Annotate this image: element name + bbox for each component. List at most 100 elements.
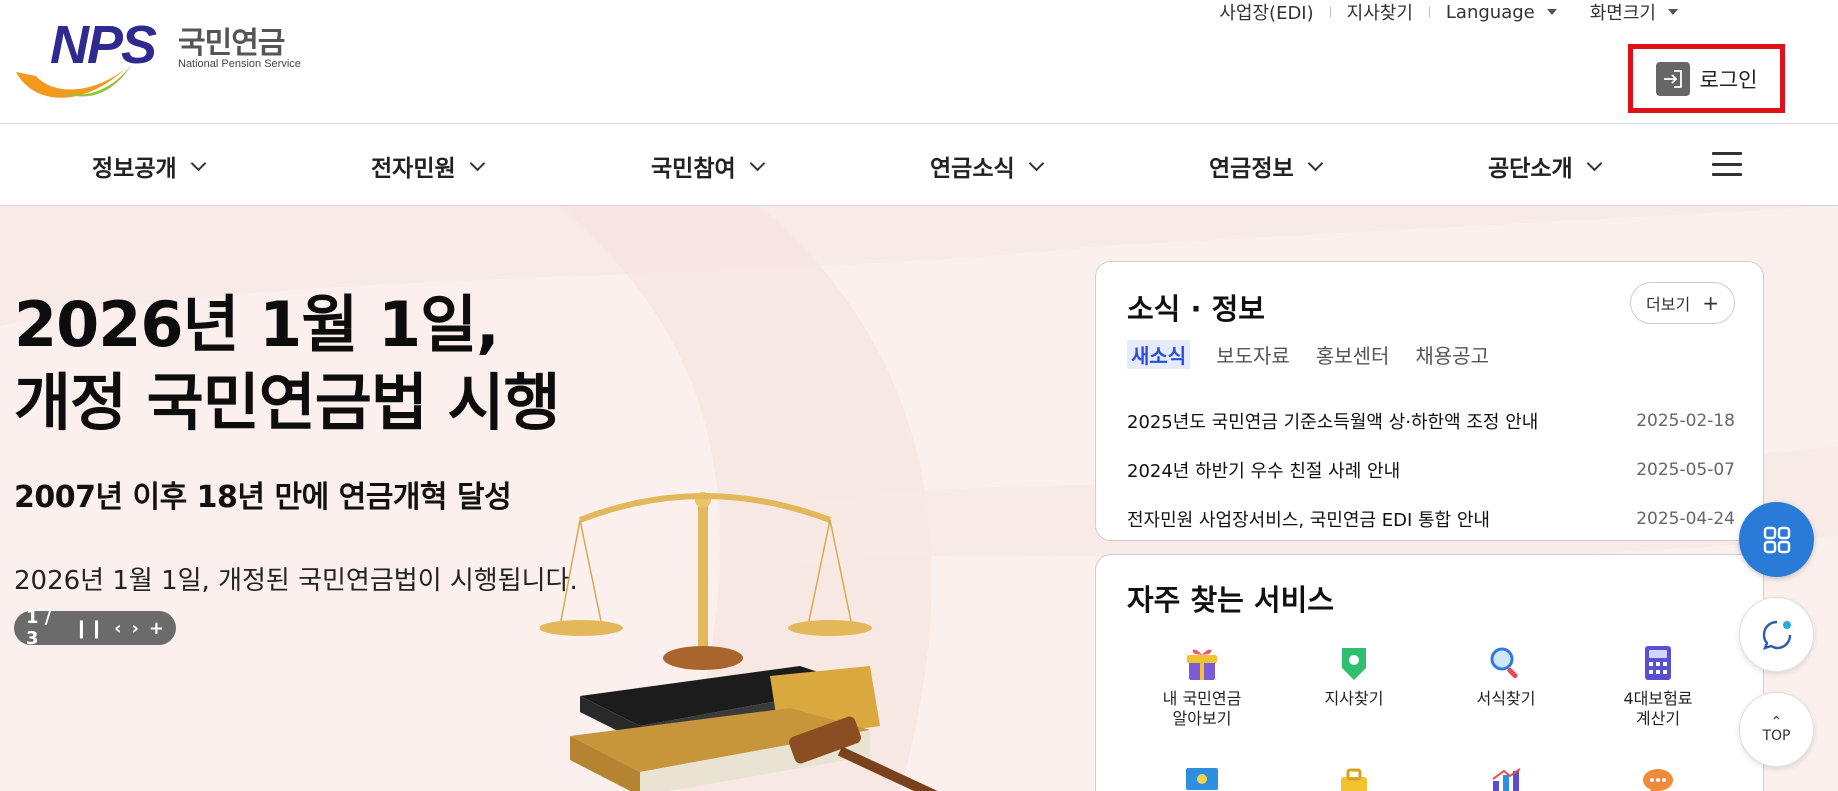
caret-down-icon xyxy=(1546,9,1557,15)
news-item-date: 2025-02-18 xyxy=(1636,410,1735,431)
chevron-down-icon xyxy=(190,155,206,171)
scroll-top-button[interactable]: ⌃ TOP xyxy=(1739,692,1814,767)
logo-name-ko: 국민연금 xyxy=(178,26,285,61)
main-navigation: 정보공개 전자민원 국민참여 연금소식 연금정보 공단소개 xyxy=(0,125,1838,206)
scroll-top-label: TOP xyxy=(1762,727,1791,744)
util-branch-link[interactable]: 지사찾기 xyxy=(1347,0,1413,25)
map-pin-icon xyxy=(1334,643,1374,683)
service-my-pension[interactable]: 내 국민연금 알아보기 xyxy=(1126,643,1278,729)
services-panel-title: 자주 찾는 서비스 xyxy=(1127,583,1334,617)
news-more-label: 더보기 xyxy=(1646,295,1691,314)
chat-icon xyxy=(1762,620,1791,650)
util-spacer xyxy=(1573,7,1574,17)
util-language-dropdown[interactable]: Language xyxy=(1446,2,1557,23)
news-item-title: 전자민원 사업장서비스, 국민연금 EDI 통합 안내 xyxy=(1127,509,1490,531)
gnb-item-pension-info[interactable]: 연금정보 xyxy=(1209,149,1323,183)
list-item[interactable]: 2025년도 국민연금 기준소득월액 상·하한액 조정 안내 2025-02-1… xyxy=(1127,396,1735,445)
chevron-up-icon: ⌃ xyxy=(1770,713,1783,730)
service-form-finder[interactable]: 서식찾기 xyxy=(1430,643,1582,709)
gnb-item-about[interactable]: 공단소개 xyxy=(1488,149,1602,183)
hero-subtitle: 2007년 이후 18년 만에 연금개혁 달성 xyxy=(14,480,512,515)
news-more-button[interactable]: 더보기 + xyxy=(1630,282,1735,324)
news-list: 2025년도 국민연금 기준소득월액 상·하한액 조정 안내 2025-02-1… xyxy=(1127,396,1735,543)
gnb-item-label: 연금정보 xyxy=(1209,156,1294,182)
hero-title-line1: 2026년 1월 1일, xyxy=(14,288,500,361)
speech-bubble-icon xyxy=(1638,763,1678,791)
news-item-date: 2025-05-07 xyxy=(1636,459,1735,480)
hamburger-menu-icon[interactable] xyxy=(1712,152,1742,176)
util-edi-link[interactable]: 사업장(EDI) xyxy=(1219,0,1313,25)
util-divider xyxy=(1428,7,1430,17)
news-tabs: 새소식 보도자료 홍보센터 채용공고 xyxy=(1127,340,1489,369)
quick-menu-button[interactable] xyxy=(1739,502,1814,577)
gnb-item-pension-news[interactable]: 연금소식 xyxy=(930,149,1044,183)
chatbot-button[interactable] xyxy=(1739,597,1814,672)
plus-icon: + xyxy=(1702,291,1719,315)
service-insurance-calculator[interactable]: 4대보험료 계산기 xyxy=(1582,643,1734,729)
list-item[interactable]: 2024년 하반기 우수 친절 사례 안내 2025-05-07 xyxy=(1127,445,1735,494)
news-item-title: 2024년 하반기 우수 친절 사례 안내 xyxy=(1127,460,1401,482)
chevron-down-icon xyxy=(749,155,765,171)
service-branch-finder[interactable]: 지사찾기 xyxy=(1278,643,1430,709)
chevron-down-icon xyxy=(1586,155,1602,171)
plus-icon[interactable]: + xyxy=(149,618,164,639)
next-arrow-icon[interactable]: › xyxy=(131,618,138,639)
gnb-item-label: 전자민원 xyxy=(371,156,456,182)
chevron-down-icon xyxy=(1307,155,1323,171)
logo-name-en: National Pension Service xyxy=(178,58,301,70)
slide-counter: 1 / 3 xyxy=(26,607,52,649)
service-item[interactable] xyxy=(1278,763,1430,791)
monitor-icon xyxy=(1182,763,1222,791)
service-item[interactable] xyxy=(1430,763,1582,791)
grid-icon xyxy=(1763,526,1790,553)
bar-chart-icon xyxy=(1486,763,1526,791)
nps-logo[interactable]: NPS 국민연금 National Pension Service xyxy=(14,15,304,98)
gnb-item-participation[interactable]: 국민참여 xyxy=(651,149,765,183)
tab-new-news[interactable]: 새소식 xyxy=(1127,340,1191,369)
gift-icon xyxy=(1182,643,1222,683)
gnb-item-label: 연금소식 xyxy=(930,156,1015,182)
hero-banner: 2026년 1월 1일, 개정 국민연금법 시행 2007년 이후 18년 만에… xyxy=(0,206,1838,791)
service-item[interactable] xyxy=(1126,763,1278,791)
magnifier-icon xyxy=(1486,643,1526,683)
hero-title-line2: 개정 국민연금법 시행 xyxy=(14,366,561,439)
site-header: NPS 국민연금 National Pension Service 사업장(ED… xyxy=(0,0,1838,124)
login-icon xyxy=(1655,61,1690,96)
hero-title: 2026년 1월 1일, 개정 국민연금법 시행 xyxy=(14,286,561,442)
news-item-date: 2025-04-24 xyxy=(1636,508,1735,529)
tab-recruitment[interactable]: 채용공고 xyxy=(1415,340,1489,369)
calculator-icon xyxy=(1638,643,1678,683)
news-panel: 소식 · 정보 더보기 + 새소식 보도자료 홍보센터 채용공고 2025년도 … xyxy=(1095,261,1764,541)
util-screen-size-dropdown[interactable]: 화면크기 xyxy=(1590,0,1678,25)
chevron-down-icon xyxy=(1028,155,1044,171)
utility-menu: 사업장(EDI) 지사찾기 Language 화면크기 xyxy=(1219,0,1678,24)
hero-description: 2026년 1월 1일, 개정된 국민연금법이 시행됩니다. xyxy=(14,566,578,596)
tab-pr-center[interactable]: 홍보센터 xyxy=(1316,340,1390,369)
chevron-down-icon xyxy=(469,155,485,171)
tab-press-release[interactable]: 보도자료 xyxy=(1216,340,1290,369)
pause-icon[interactable]: ❙❙ xyxy=(74,618,104,639)
service-label: 4대보험료 계산기 xyxy=(1623,689,1693,728)
service-label: 지사찾기 xyxy=(1324,689,1384,708)
logo-brand: NPS xyxy=(50,15,157,75)
login-label: 로그인 xyxy=(1699,67,1758,92)
util-divider xyxy=(1329,7,1331,17)
login-button[interactable]: 로그인 xyxy=(1628,44,1785,113)
news-panel-title: 소식 · 정보 xyxy=(1127,292,1265,326)
slide-pager: 1 / 3 ❙❙ ‹ › + xyxy=(14,607,176,649)
util-screen-size-label: 화면크기 xyxy=(1589,3,1656,24)
gnb-item-label: 공단소개 xyxy=(1488,156,1573,182)
service-label: 서식찾기 xyxy=(1476,689,1536,708)
gnb-item-label: 정보공개 xyxy=(92,156,177,182)
briefcase-icon xyxy=(1334,763,1374,791)
news-item-title: 2025년도 국민연금 기준소득월액 상·하한액 조정 안내 xyxy=(1127,411,1539,433)
prev-arrow-icon[interactable]: ‹ xyxy=(114,618,121,639)
util-language-label: Language xyxy=(1445,1,1535,23)
gnb-item-label: 국민참여 xyxy=(651,156,736,182)
list-item[interactable]: 전자민원 사업장서비스, 국민연금 EDI 통합 안내 2025-04-24 xyxy=(1127,494,1735,543)
service-item[interactable] xyxy=(1582,763,1734,791)
gnb-item-e-civil[interactable]: 전자민원 xyxy=(371,149,485,183)
gnb-item-info-disclosure[interactable]: 정보공개 xyxy=(92,149,206,183)
caret-down-icon xyxy=(1668,9,1678,15)
service-label: 내 국민연금 알아보기 xyxy=(1162,689,1242,728)
